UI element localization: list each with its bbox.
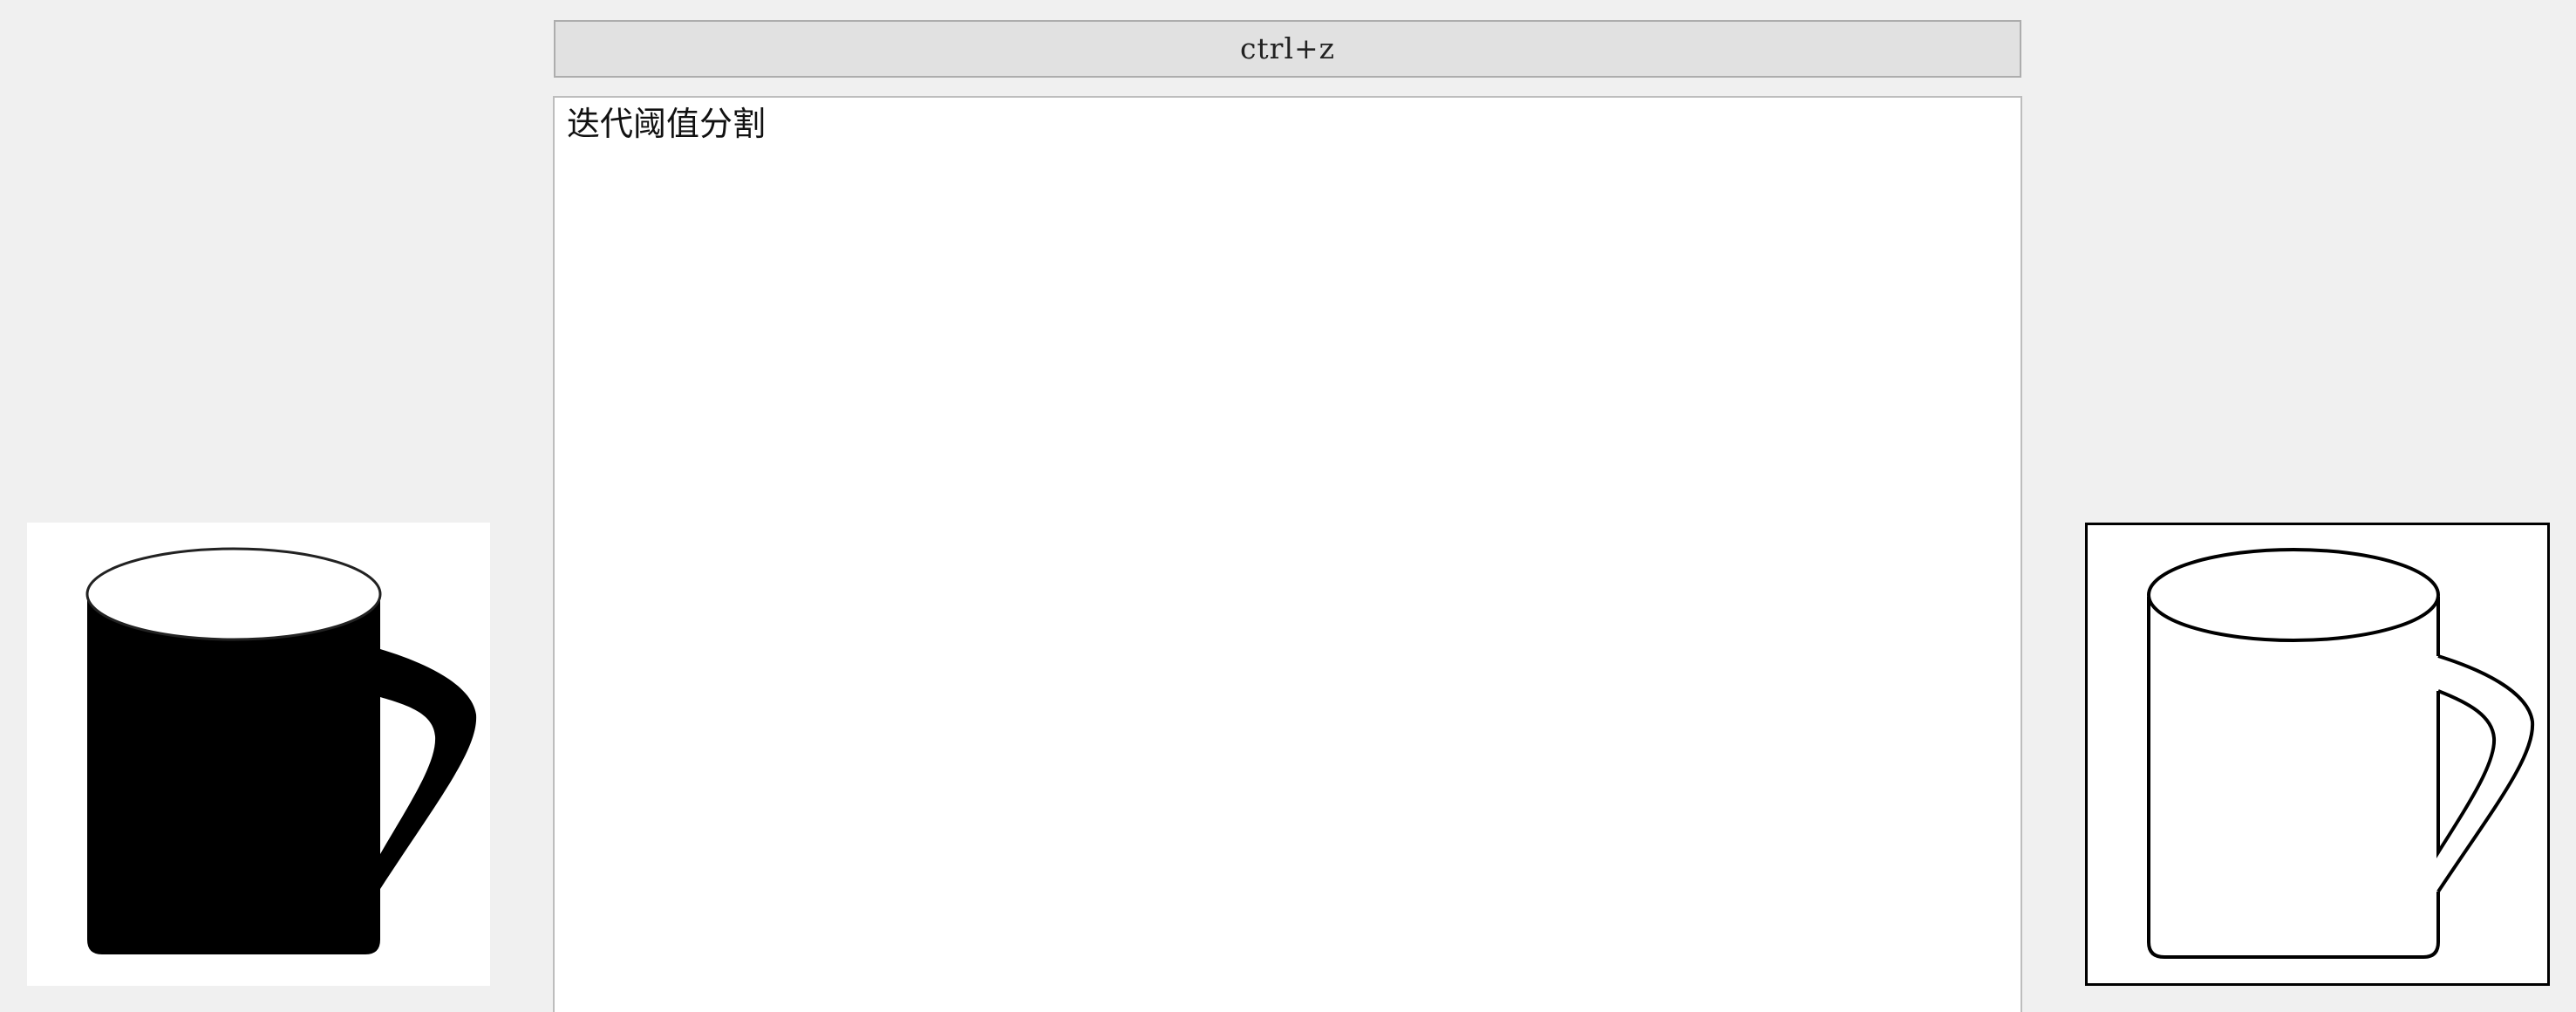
- log-textbox[interactable]: 迭代阈值分割: [553, 96, 2022, 1012]
- undo-button[interactable]: ctrl+z: [554, 20, 2021, 78]
- mug-edge-image: [2147, 548, 2535, 959]
- original-image-panel: [27, 523, 490, 986]
- log-text: 迭代阈值分割: [567, 105, 767, 143]
- mug-binary-image: [85, 547, 477, 954]
- result-image-panel: [2085, 523, 2550, 986]
- app-window: ctrl+z 迭代阈值分割: [0, 0, 2576, 1012]
